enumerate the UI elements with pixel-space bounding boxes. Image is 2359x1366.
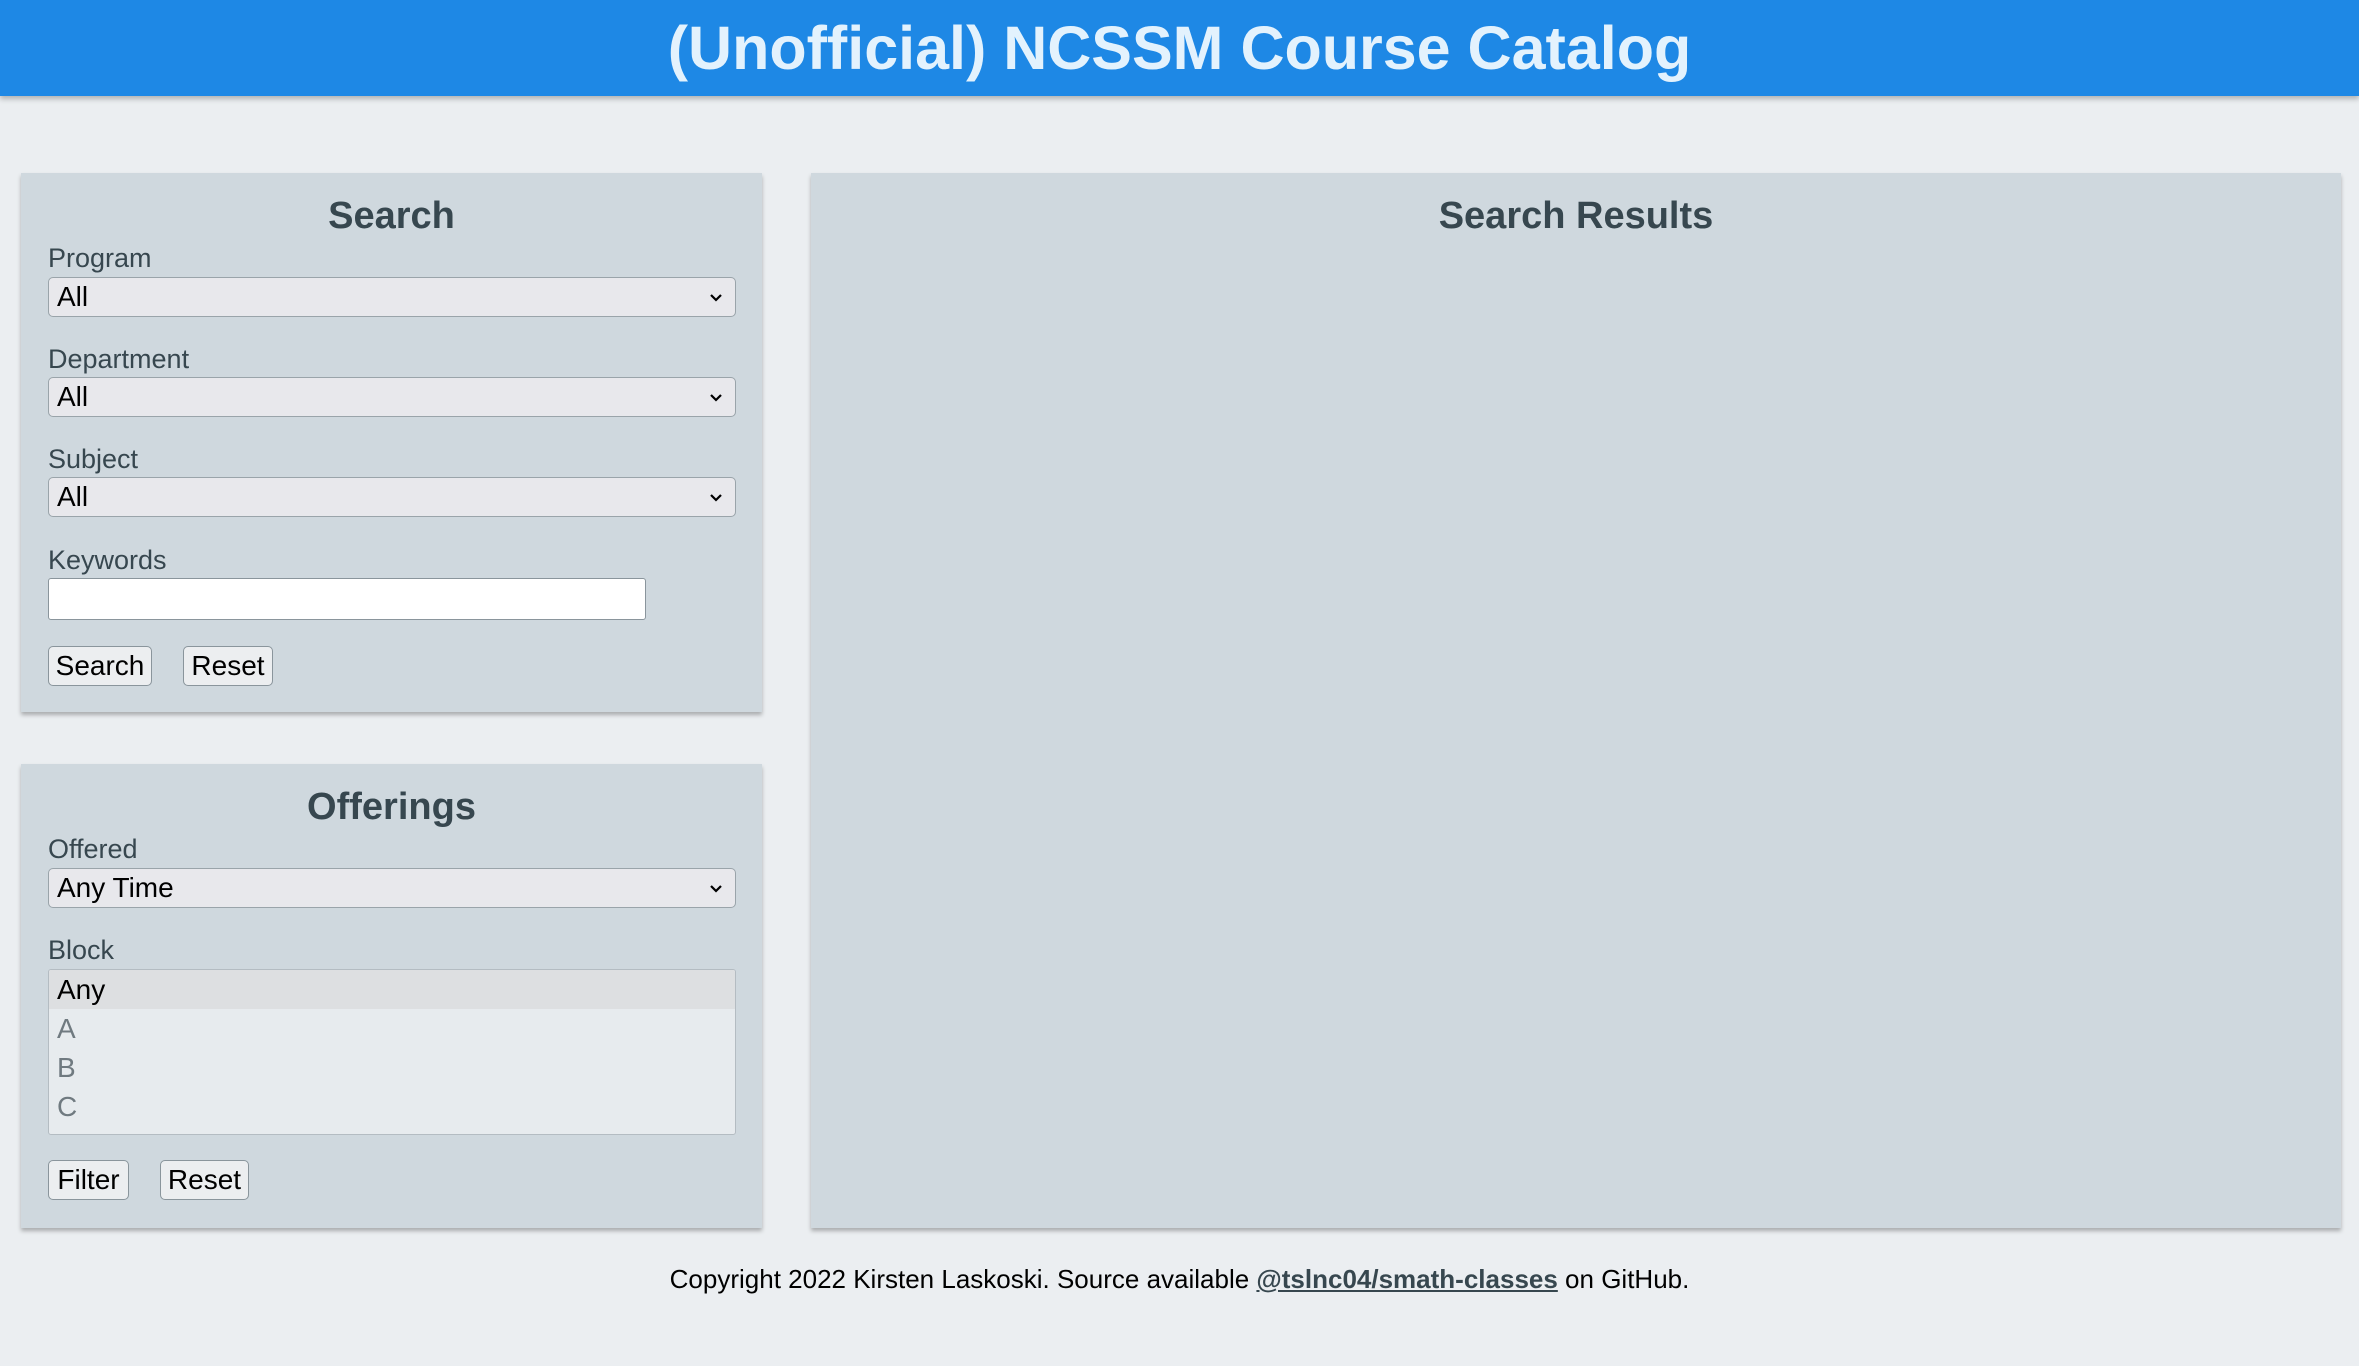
- subject-select[interactable]: All: [48, 477, 736, 517]
- program-label: Program: [48, 243, 152, 273]
- footer: Copyright 2022 Kirsten Laskoski. Source …: [0, 1264, 2359, 1295]
- keywords-input[interactable]: [48, 578, 646, 620]
- offerings-panel: Offerings Offered Any Time Block Any A B…: [21, 764, 762, 1228]
- github-repo-link[interactable]: @tslnc04/smath-classes: [1256, 1264, 1557, 1294]
- offerings-heading: Offerings: [307, 786, 476, 828]
- chevron-down-icon: [710, 885, 722, 893]
- department-select-value: All: [57, 381, 89, 412]
- department-select[interactable]: All: [48, 377, 736, 417]
- keywords-label: Keywords: [48, 545, 167, 575]
- offered-select[interactable]: Any Time: [48, 868, 736, 908]
- search-results-heading: Search Results: [1438, 195, 1714, 237]
- footer-copyright-text: Copyright 2022 Kirsten Laskoski. Source …: [669, 1264, 1257, 1294]
- search-results-panel: Search Results: [811, 173, 2341, 1228]
- offerings-reset-button[interactable]: Reset: [160, 1160, 249, 1200]
- block-label: Block: [48, 935, 115, 965]
- subject-select-value: All: [57, 481, 89, 512]
- block-listbox[interactable]: Any A B C: [48, 969, 736, 1135]
- chevron-down-icon: [710, 494, 722, 502]
- block-option-any[interactable]: Any: [49, 970, 735, 1009]
- block-option-a[interactable]: A: [49, 1009, 735, 1048]
- program-select-value: All: [57, 281, 89, 312]
- search-panel: Search Program All Department All Subjec…: [21, 173, 762, 712]
- department-label: Department: [48, 344, 190, 374]
- footer-suffix-text: on GitHub.: [1557, 1264, 1690, 1294]
- offered-label: Offered: [48, 834, 138, 864]
- program-select[interactable]: All: [48, 277, 736, 317]
- block-option-c[interactable]: C: [49, 1087, 735, 1126]
- subject-label: Subject: [48, 444, 139, 474]
- chevron-down-icon: [710, 394, 722, 402]
- chevron-down-icon: [710, 294, 722, 302]
- filter-button[interactable]: Filter: [48, 1160, 129, 1200]
- search-reset-button[interactable]: Reset: [183, 646, 273, 686]
- offered-select-value: Any Time: [57, 872, 174, 903]
- search-heading: Search: [328, 195, 455, 237]
- block-option-b[interactable]: B: [49, 1048, 735, 1087]
- page-title: (Unofficial) NCSSM Course Catalog: [667, 14, 1692, 82]
- top-app-bar: (Unofficial) NCSSM Course Catalog: [0, 0, 2359, 96]
- search-button[interactable]: Search: [48, 646, 152, 686]
